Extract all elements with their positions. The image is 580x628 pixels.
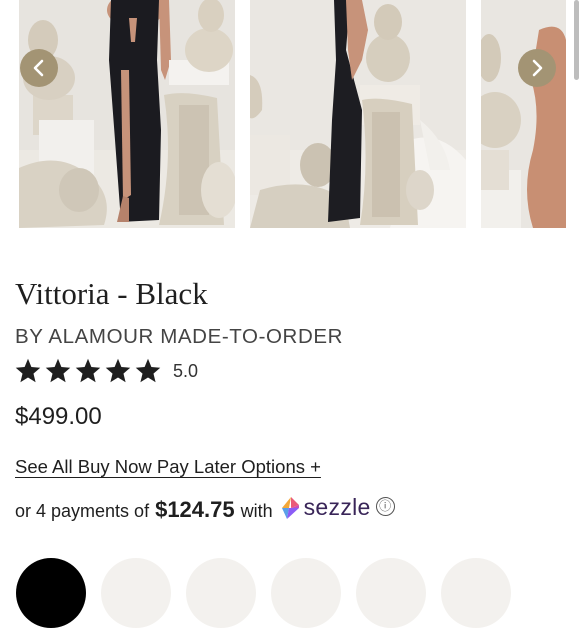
next-image-button[interactable] — [518, 49, 556, 87]
sezzle-logo: sezzle ⓘ — [279, 494, 395, 521]
chevron-right-icon — [532, 59, 543, 77]
color-swatch[interactable] — [356, 558, 426, 628]
star-icon — [75, 358, 101, 383]
product-title: Vittoria - Black — [15, 276, 208, 311]
info-icon[interactable]: ⓘ — [375, 497, 395, 516]
color-swatch[interactable] — [441, 558, 511, 628]
star-icon — [45, 358, 71, 383]
product-image-gallery[interactable] — [0, 0, 580, 232]
installments-prefix: or 4 payments of — [15, 500, 150, 521]
product-price: $499.00 — [15, 403, 102, 430]
color-swatch[interactable] — [271, 558, 341, 628]
product-photo-front[interactable] — [19, 0, 235, 228]
star-icon — [15, 358, 41, 383]
installment-amount: $124.75 — [155, 496, 235, 522]
rating-value: 5.0 — [173, 360, 199, 381]
page-scrollbar[interactable] — [574, 0, 579, 80]
product-photo-side[interactable] — [481, 0, 566, 228]
product-photo-back[interactable] — [250, 0, 466, 228]
installments-with: with — [240, 500, 273, 521]
star-icon — [135, 358, 161, 383]
bnpl-options-link[interactable]: See All Buy Now Pay Later Options + — [15, 456, 321, 478]
star-icon — [105, 358, 131, 383]
color-swatch-selected[interactable] — [16, 558, 86, 628]
product-brand[interactable]: BY ALAMOUR MADE-TO-ORDER — [15, 325, 343, 349]
color-swatch[interactable] — [101, 558, 171, 628]
installment-info: or 4 payments of $124.75 with sezzle ⓘ — [15, 491, 395, 523]
color-swatch[interactable] — [186, 558, 256, 628]
sezzle-mark-icon — [281, 496, 299, 519]
sezzle-wordmark: sezzle — [303, 494, 371, 520]
chevron-left-icon — [33, 59, 44, 77]
rating-stars — [14, 357, 162, 385]
product-rating[interactable]: 5.0 — [14, 357, 198, 385]
previous-image-button[interactable] — [20, 49, 58, 87]
